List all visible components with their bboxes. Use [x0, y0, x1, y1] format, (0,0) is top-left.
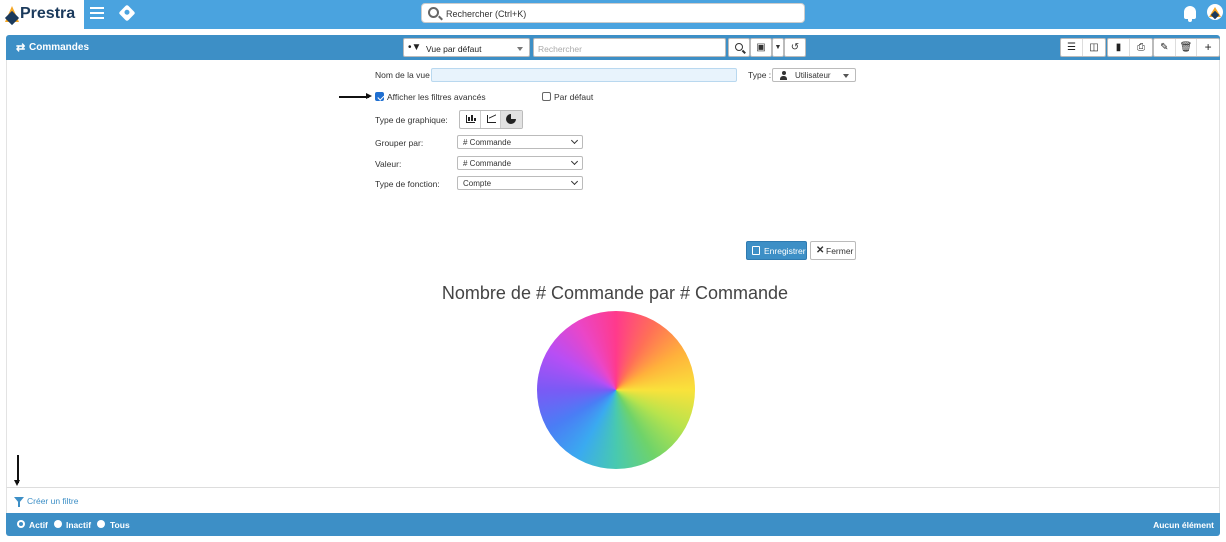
- bar-chart-button[interactable]: [460, 111, 481, 128]
- view-name-input[interactable]: [431, 68, 737, 82]
- type-label: Type :: [748, 70, 772, 80]
- value-label: Valeur:: [375, 159, 402, 169]
- save-button[interactable]: Enregistrer: [746, 241, 807, 260]
- app-logo[interactable]: Prestra: [0, 0, 84, 29]
- chevron-down-icon: [570, 136, 579, 145]
- edit-icon: ✎: [1160, 42, 1169, 53]
- caret-down-icon: ▼: [774, 44, 782, 51]
- advanced-filters-checkbox[interactable]: [375, 92, 384, 101]
- caret-down-icon: [843, 74, 849, 78]
- group-by-select[interactable]: # Commande: [457, 135, 583, 149]
- page-header: ⇄ Commandes •▼ Vue par défaut Rechercher…: [6, 35, 1220, 60]
- view-name-label: Nom de la vue :: [375, 70, 435, 80]
- plus-icon: +: [1204, 40, 1212, 54]
- pie-chart-button[interactable]: [501, 111, 522, 128]
- top-bar: Prestra Rechercher (Ctrl+K): [0, 0, 1226, 29]
- view-select-value: Vue par défaut: [426, 44, 482, 54]
- chart-type-toggle: [459, 110, 523, 129]
- function-type-select[interactable]: Compte: [457, 176, 583, 190]
- close-icon: ✕: [816, 245, 825, 256]
- notification-bell-icon[interactable]: [1184, 6, 1196, 22]
- page-title: Commandes: [29, 42, 90, 53]
- columns-icon: ◫: [1089, 42, 1099, 53]
- pie-chart: [537, 311, 695, 469]
- chevron-down-icon: [570, 157, 579, 166]
- status-footer: Actif Inactif Tous Aucun élément: [6, 513, 1220, 536]
- trash-icon: 🗑: [1179, 42, 1193, 53]
- search-icon: [428, 7, 439, 18]
- status-radio-active[interactable]: [17, 520, 25, 528]
- edit-group: ✎ 🗑 +: [1153, 38, 1220, 57]
- global-search-placeholder: Rechercher (Ctrl+K): [446, 9, 527, 19]
- value-select[interactable]: # Commande: [457, 156, 583, 170]
- export-button[interactable]: ▮: [1108, 39, 1130, 56]
- chart-title: Nombre de # Commande par # Commande: [441, 283, 789, 303]
- list-icon: ☰: [1067, 42, 1076, 53]
- advanced-filters-label: Afficher les filtres avancés: [387, 92, 486, 102]
- search-button[interactable]: [728, 38, 750, 57]
- default-checkbox[interactable]: [542, 92, 551, 101]
- split-view-button[interactable]: ◫: [1083, 39, 1105, 56]
- global-search-input[interactable]: Rechercher (Ctrl+K): [421, 3, 805, 23]
- save-button-label: Enregistrer: [764, 246, 806, 256]
- list-search-input[interactable]: Rechercher: [533, 38, 726, 57]
- chart-type-label: Type de graphique:: [375, 115, 448, 125]
- close-button[interactable]: ✕ Fermer: [810, 241, 856, 260]
- annotation-arrow-down: [14, 455, 20, 486]
- diamond-nav-icon[interactable]: [118, 4, 136, 22]
- brand-name: Prestra: [20, 5, 76, 22]
- search-icon: [735, 43, 743, 51]
- close-button-label: Fermer: [826, 246, 854, 256]
- line-chart-icon: [486, 115, 496, 123]
- function-type-value: Compte: [463, 179, 492, 188]
- print-icon: ⎙: [1137, 42, 1145, 53]
- delete-button[interactable]: 🗑: [1176, 39, 1198, 56]
- bar-chart-icon: [466, 115, 476, 123]
- line-chart-button[interactable]: [481, 111, 502, 128]
- status-radio-all[interactable]: [97, 520, 105, 528]
- group-by-label: Grouper par:: [375, 138, 424, 148]
- funnel-icon: [14, 497, 24, 507]
- group-by-value: # Commande: [463, 138, 512, 147]
- list-search-placeholder: Rechercher: [538, 44, 582, 54]
- pie-chart-icon: [506, 113, 518, 124]
- status-label-inactive: Inactif: [66, 520, 92, 530]
- create-filter-link[interactable]: Créer un filtre: [27, 496, 79, 506]
- swap-arrows-icon: ⇄: [16, 42, 26, 54]
- chevron-down-icon: [517, 47, 523, 51]
- undo-icon: ↺: [790, 42, 800, 53]
- annotation-arrow-right: [339, 93, 372, 99]
- chevron-down-icon: [570, 177, 579, 186]
- function-type-label: Type de fonction:: [375, 179, 440, 189]
- user-avatar[interactable]: [1207, 4, 1223, 20]
- type-select[interactable]: Utilisateur: [772, 68, 856, 82]
- user-icon: [780, 71, 787, 80]
- document-icon: ▮: [1115, 42, 1122, 53]
- view-select[interactable]: •▼ Vue par défaut: [403, 38, 530, 57]
- save-icon: [752, 246, 760, 255]
- default-label: Par défaut: [554, 92, 594, 102]
- print-button[interactable]: ⎙: [1130, 39, 1152, 56]
- saved-views-button[interactable]: ▣: [750, 38, 772, 57]
- status-label-all: Tous: [110, 520, 130, 530]
- type-select-value: Utilisateur: [795, 71, 831, 80]
- filter-icon: •▼: [408, 42, 422, 53]
- list-view-button[interactable]: ☰: [1061, 39, 1083, 56]
- save-view-icon: ▣: [756, 42, 766, 53]
- saved-views-dropdown[interactable]: ▼: [772, 38, 784, 57]
- value-select-value: # Commande: [463, 159, 512, 168]
- edit-button[interactable]: ✎: [1154, 39, 1176, 56]
- export-group: ▮ ⎙: [1107, 38, 1153, 57]
- layout-toggle-group: ☰ ◫: [1060, 38, 1106, 57]
- filter-bar: Créer un filtre: [6, 487, 1220, 513]
- reset-view-button[interactable]: ↺: [784, 38, 806, 57]
- item-count: Aucun élément: [1153, 520, 1214, 530]
- status-label-active: Actif: [29, 520, 48, 530]
- status-radio-inactive[interactable]: [54, 520, 62, 528]
- add-button[interactable]: +: [1197, 39, 1219, 56]
- menu-icon[interactable]: [90, 7, 104, 21]
